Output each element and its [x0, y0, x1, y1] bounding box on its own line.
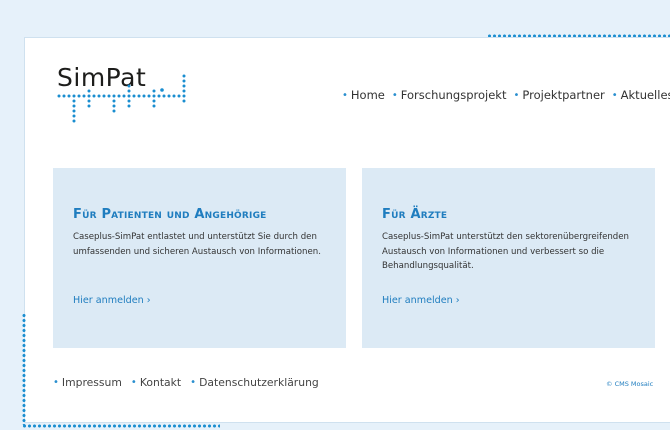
bullet-icon: •: [53, 377, 59, 388]
footer-link-label: Kontakt: [139, 376, 182, 389]
cms-credit-link[interactable]: © CMS Mosaic: [606, 380, 653, 388]
bullet-icon: •: [342, 89, 348, 101]
decorative-dots-bottom: [22, 424, 220, 428]
nav-item-projektpartner[interactable]: • Projektpartner: [513, 88, 604, 102]
bullet-icon: •: [611, 89, 618, 101]
footer-link-label: Impressum: [61, 376, 122, 389]
bullet-icon: •: [190, 377, 197, 388]
nav-item-label: Home: [350, 88, 385, 102]
nav-item-forschungsprojekt[interactable]: • Forschungsprojekt: [392, 88, 507, 102]
bullet-icon: •: [513, 89, 520, 101]
footer-nav: • Impressum • Kontakt • Datenschutzerklä…: [53, 376, 319, 389]
main-nav: • Home • Forschungsprojekt • Projektpart…: [342, 88, 670, 102]
footer-link-impressum[interactable]: • Impressum: [53, 376, 122, 389]
patients-card-text: Caseplus-SimPat entlastet und unterstütz…: [73, 232, 321, 257]
nav-item-home[interactable]: • Home: [342, 88, 385, 102]
footer-link-kontakt[interactable]: • Kontakt: [131, 376, 181, 389]
doctors-card-text: Caseplus-SimPat unterstützt den sektoren…: [382, 232, 629, 271]
footer-link-label: Datenschutzerklärung: [199, 376, 319, 389]
logo-dots-icon: [57, 74, 186, 123]
nav-item-label: Aktuelles: [620, 88, 670, 102]
doctors-login-link[interactable]: Hier anmelden ›: [382, 295, 460, 306]
patients-login-link[interactable]: Hier anmelden ›: [73, 295, 151, 306]
bullet-icon: •: [130, 377, 137, 388]
patients-card: Für Patienten und Angehörige Caseplus-Si…: [53, 168, 346, 348]
nav-item-label: Forschungsprojekt: [400, 88, 507, 102]
decorative-dots-left: [22, 313, 26, 425]
patients-card-title: Für Patienten und Angehörige: [73, 207, 267, 222]
doctors-card: Für Ärzte Caseplus-SimPat unterstützt de…: [362, 168, 655, 348]
bullet-icon: •: [391, 89, 398, 101]
nav-item-aktuelles[interactable]: • Aktuelles: [612, 88, 670, 102]
nav-item-label: Projektpartner: [522, 88, 605, 102]
doctors-card-title: Für Ärzte: [382, 207, 448, 222]
simpat-logo[interactable]: SimPat: [57, 63, 197, 133]
footer-link-datenschutz[interactable]: • Datenschutzerklärung: [190, 376, 319, 389]
